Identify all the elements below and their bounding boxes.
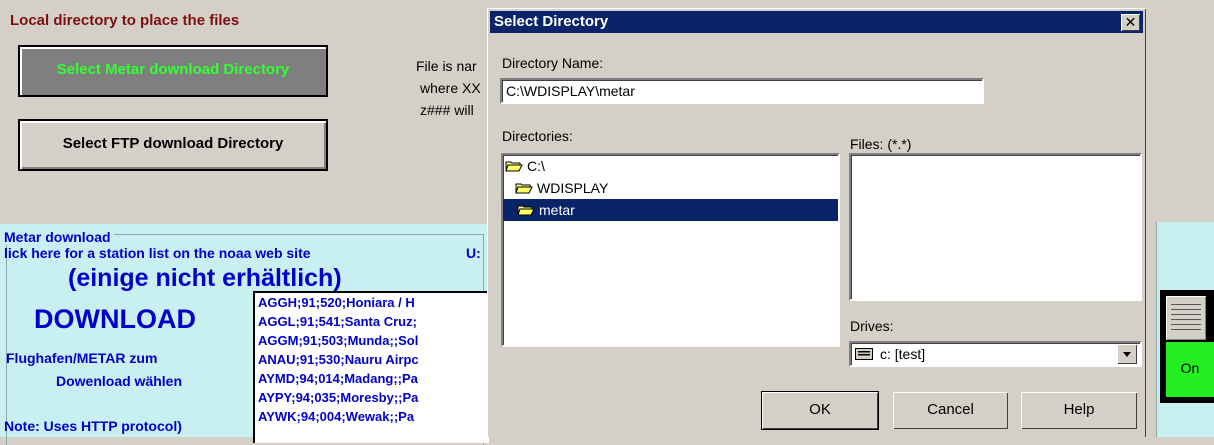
directory-item-wdisplay[interactable]: WDISPLAY xyxy=(503,177,838,199)
local-directory-header: Local directory to place the files xyxy=(10,12,240,29)
drive-icon xyxy=(855,348,873,360)
download-button[interactable]: DOWNLOAD xyxy=(34,304,196,335)
einige-nicht-erhaltlich-label: (einige nicht erhältlich) xyxy=(68,264,342,292)
folder-open-icon xyxy=(517,205,535,216)
file-info-line-3: z### will xyxy=(420,102,474,118)
file-info-line-1: File is nar xyxy=(416,58,477,74)
metar-group-label: Metar download xyxy=(4,229,114,245)
cancel-button[interactable]: Cancel xyxy=(893,392,1008,429)
folder-open-icon xyxy=(505,161,523,172)
file-info-line-2: where XX xyxy=(420,80,481,96)
select-ftp-directory-button[interactable]: Select FTP download Directory xyxy=(18,119,328,171)
http-note: Note: Uses HTTP protocol) xyxy=(4,418,182,434)
close-icon[interactable]: ✕ xyxy=(1121,14,1140,31)
u-label: U: xyxy=(466,245,481,261)
background-top-area xyxy=(0,0,487,222)
list-item[interactable]: AGGL;91;541;Santa Cruz; xyxy=(255,312,489,331)
dropdown-arrow-icon[interactable] xyxy=(1117,344,1137,364)
list-item[interactable]: AGGM;91;503;Munda;;Sol xyxy=(255,331,489,350)
directory-name-input[interactable] xyxy=(500,78,984,104)
ok-button[interactable]: OK xyxy=(761,391,879,430)
chevron-down-icon xyxy=(1123,352,1131,357)
drives-label: Drives: xyxy=(850,318,894,334)
directory-item-root[interactable]: C:\ xyxy=(503,155,838,177)
directory-item-metar-selected[interactable]: metar xyxy=(503,199,838,221)
flughafen-label-line-2: Dowenload wählen xyxy=(56,373,183,389)
grip-line xyxy=(1171,324,1201,325)
files-label: Files: (*.*) xyxy=(850,136,912,152)
station-listbox[interactable]: AGGH;91;520;Honiara / H AGGL;91;541;Sant… xyxy=(253,291,489,443)
noaa-station-list-link[interactable]: lick here for a station list on the noaa… xyxy=(4,245,311,261)
list-item[interactable]: AYPY;94;035;Moresby;;Pa xyxy=(255,388,489,407)
list-item[interactable]: AYWK;94;004;Wewak;;Pa xyxy=(255,407,489,426)
grip-line xyxy=(1171,309,1201,310)
directory-item-label: WDISPLAY xyxy=(537,180,609,196)
folder-open-icon xyxy=(515,183,533,194)
directory-item-label: C:\ xyxy=(527,158,545,174)
flughafen-label-line-1: Flughafen/METAR zum xyxy=(6,350,158,366)
toggle-grip-icon[interactable] xyxy=(1166,296,1206,340)
directory-item-label: metar xyxy=(539,202,575,218)
directories-label: Directories: xyxy=(502,128,573,144)
list-item[interactable]: ANAU;91;530;Nauru Airpc xyxy=(255,350,489,369)
drive-selected-value: c: [test] xyxy=(880,346,926,362)
select-metar-directory-button[interactable]: Select Metar download Directory xyxy=(18,45,328,97)
grip-line xyxy=(1171,329,1201,330)
dialog-title: Select Directory xyxy=(494,13,609,30)
list-item[interactable]: AYMD;94;014;Madang;;Pa xyxy=(255,369,489,388)
list-item[interactable]: AGGH;91;520;Honiara / H xyxy=(255,293,489,312)
grip-line xyxy=(1171,304,1201,305)
help-button[interactable]: Help xyxy=(1021,392,1137,429)
files-list[interactable] xyxy=(849,153,1142,301)
grip-line xyxy=(1171,314,1201,315)
directories-list[interactable]: C:\ WDISPLAY metar xyxy=(501,153,840,347)
toggle-on-label[interactable]: On xyxy=(1166,342,1214,397)
grip-line xyxy=(1171,319,1201,320)
directory-name-label: Directory Name: xyxy=(502,55,604,71)
